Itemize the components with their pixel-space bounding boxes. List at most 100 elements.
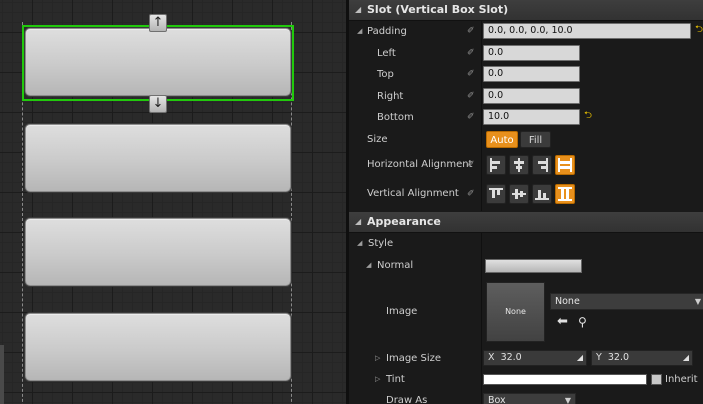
align-top-icon (489, 188, 503, 198)
button-widget-4[interactable] (25, 313, 291, 381)
use-selected-asset-arrow-icon[interactable]: ⬅ (557, 315, 568, 329)
padding-right-row: Right ✐ 0.0 (349, 86, 703, 107)
designer-canvas[interactable]: ↑ ↓ (0, 0, 346, 404)
tint-label: Tint (386, 374, 405, 385)
image-thumbnail[interactable]: None (486, 282, 545, 342)
normal-brush-preview[interactable] (485, 259, 582, 273)
tint-row: ▷ Tint Inherit (349, 369, 703, 390)
padding-row: ◢ Padding ✐ 0.0, 0.0, 0.0, 10.0 ⮌ (349, 21, 703, 42)
reset-to-default-icon[interactable]: ✐ (467, 160, 477, 170)
draw-as-value: Box (488, 395, 506, 404)
style-label: Style (368, 238, 394, 249)
image-label: Image (386, 306, 418, 317)
inherit-checkbox[interactable] (651, 374, 662, 385)
appearance-section-header[interactable]: ◢ Appearance (349, 212, 703, 233)
padding-right-input[interactable]: 0.0 (483, 88, 580, 104)
image-size-y-value: 32.0 (607, 352, 630, 363)
draw-as-dropdown[interactable]: Box ▼ (483, 393, 576, 404)
details-panel: ◢ Slot (Vertical Box Slot) ◢ Padding ✐ 0… (346, 0, 703, 404)
collapse-triangle-icon: ◢ (355, 5, 362, 14)
collapse-triangle-icon[interactable]: ◢ (366, 255, 371, 276)
padding-left-row: Left ✐ 0.0 (349, 43, 703, 64)
expand-triangle-icon[interactable]: ▷ (375, 369, 380, 390)
move-up-handle[interactable]: ↑ (149, 14, 167, 32)
image-size-row: ▷ Image Size X 32.0 ◢ Y 32.0 ◢ (349, 348, 703, 369)
size-row: Size Auto Fill (349, 129, 703, 150)
reset-arrow-icon[interactable]: ⮌ (695, 24, 703, 36)
reset-to-default-icon[interactable]: ✐ (467, 69, 477, 79)
padding-bottom-input[interactable]: 10.0 (483, 109, 580, 125)
fill-vertical-icon (558, 187, 572, 201)
browse-asset-search-icon[interactable]: ⚲ (578, 315, 587, 329)
align-right-button[interactable] (532, 155, 552, 175)
align-center-horizontal-button[interactable] (509, 155, 529, 175)
size-fill-button[interactable]: Fill (520, 131, 551, 148)
style-row: ◢ Style (349, 233, 703, 254)
image-asset-dropdown[interactable]: None ▼ (550, 293, 703, 310)
vertical-alignment-row: Vertical Alignment ✐ (349, 183, 703, 207)
size-label: Size (367, 134, 388, 145)
align-left-button[interactable] (486, 155, 506, 175)
image-size-x-value: 32.0 (500, 352, 522, 363)
align-center-vertical-icon (512, 189, 526, 199)
draw-as-label: Draw As (386, 395, 428, 404)
align-fill-horizontal-button[interactable] (555, 155, 575, 175)
inherit-label: Inherit (665, 374, 698, 385)
slot-section-header[interactable]: ◢ Slot (Vertical Box Slot) (349, 0, 703, 21)
chevron-down-icon: ▼ (694, 297, 701, 306)
chevron-down-icon: ▼ (564, 396, 571, 404)
expand-triangle-icon[interactable]: ▷ (375, 348, 380, 369)
slot-section-title: Slot (Vertical Box Slot) (367, 3, 509, 16)
appearance-section-title: Appearance (367, 215, 441, 228)
reset-to-default-icon[interactable]: ✐ (467, 26, 477, 36)
image-size-label: Image Size (386, 353, 442, 364)
align-top-button[interactable] (486, 184, 506, 204)
reset-to-default-icon[interactable]: ✐ (467, 91, 477, 101)
move-down-handle[interactable]: ↓ (149, 95, 167, 113)
align-bottom-button[interactable] (532, 184, 552, 204)
image-size-x-input[interactable]: X 32.0 ◢ (483, 350, 587, 366)
button-widget-3[interactable] (25, 218, 291, 286)
normal-label: Normal (377, 260, 414, 271)
expand-triangle-icon[interactable]: ◢ (357, 21, 362, 42)
align-fill-vertical-button[interactable] (555, 184, 575, 204)
fill-horizontal-icon (558, 158, 572, 172)
resize-drag-icon[interactable]: ◢ (577, 351, 583, 365)
resize-drag-icon[interactable]: ◢ (683, 351, 689, 365)
padding-label: Padding (367, 26, 407, 37)
align-bottom-icon (535, 190, 549, 200)
size-auto-button[interactable]: Auto (486, 131, 518, 148)
padding-top-row: Top ✐ 0.0 (349, 64, 703, 85)
padding-top-label: Top (377, 69, 394, 80)
draw-as-row: Draw As Box ▼ (349, 390, 703, 404)
collapse-triangle-icon: ◢ (355, 217, 362, 226)
image-size-y-input[interactable]: Y 32.0 ◢ (591, 350, 693, 366)
normal-row: ◢ Normal (349, 255, 703, 276)
padding-bottom-row: Bottom ✐ 10.0 ⮌ (349, 107, 703, 128)
align-center-vertical-button[interactable] (509, 184, 529, 204)
image-asset-value: None (555, 296, 580, 307)
reset-to-default-icon[interactable]: ✐ (467, 112, 477, 122)
y-axis-label: Y (596, 352, 602, 363)
padding-left-input[interactable]: 0.0 (483, 45, 580, 61)
image-row: Image None None ▼ ⬅ ⚲ (349, 280, 703, 346)
padding-value-field[interactable]: 0.0, 0.0, 0.0, 10.0 (483, 23, 691, 39)
canvas-scroll-edge (0, 345, 4, 404)
align-center-horizontal-icon (514, 158, 524, 172)
padding-left-label: Left (377, 48, 396, 59)
padding-bottom-label: Bottom (377, 112, 414, 123)
align-left-icon (490, 158, 500, 172)
selection-outline (22, 25, 294, 101)
padding-top-input[interactable]: 0.0 (483, 66, 580, 82)
horizontal-alignment-row: Horizontal Alignment ✐ (349, 154, 703, 178)
reset-to-default-icon[interactable]: ✐ (467, 189, 477, 199)
reset-arrow-icon[interactable]: ⮌ (584, 110, 592, 122)
reset-to-default-icon[interactable]: ✐ (467, 48, 477, 58)
x-axis-label: X (488, 352, 495, 363)
collapse-triangle-icon[interactable]: ◢ (357, 233, 362, 254)
horizontal-alignment-label: Horizontal Alignment (367, 159, 473, 170)
align-right-icon (538, 158, 548, 172)
button-widget-2[interactable] (25, 124, 291, 192)
vertical-alignment-label: Vertical Alignment (367, 188, 459, 199)
tint-color-swatch[interactable] (483, 374, 647, 385)
